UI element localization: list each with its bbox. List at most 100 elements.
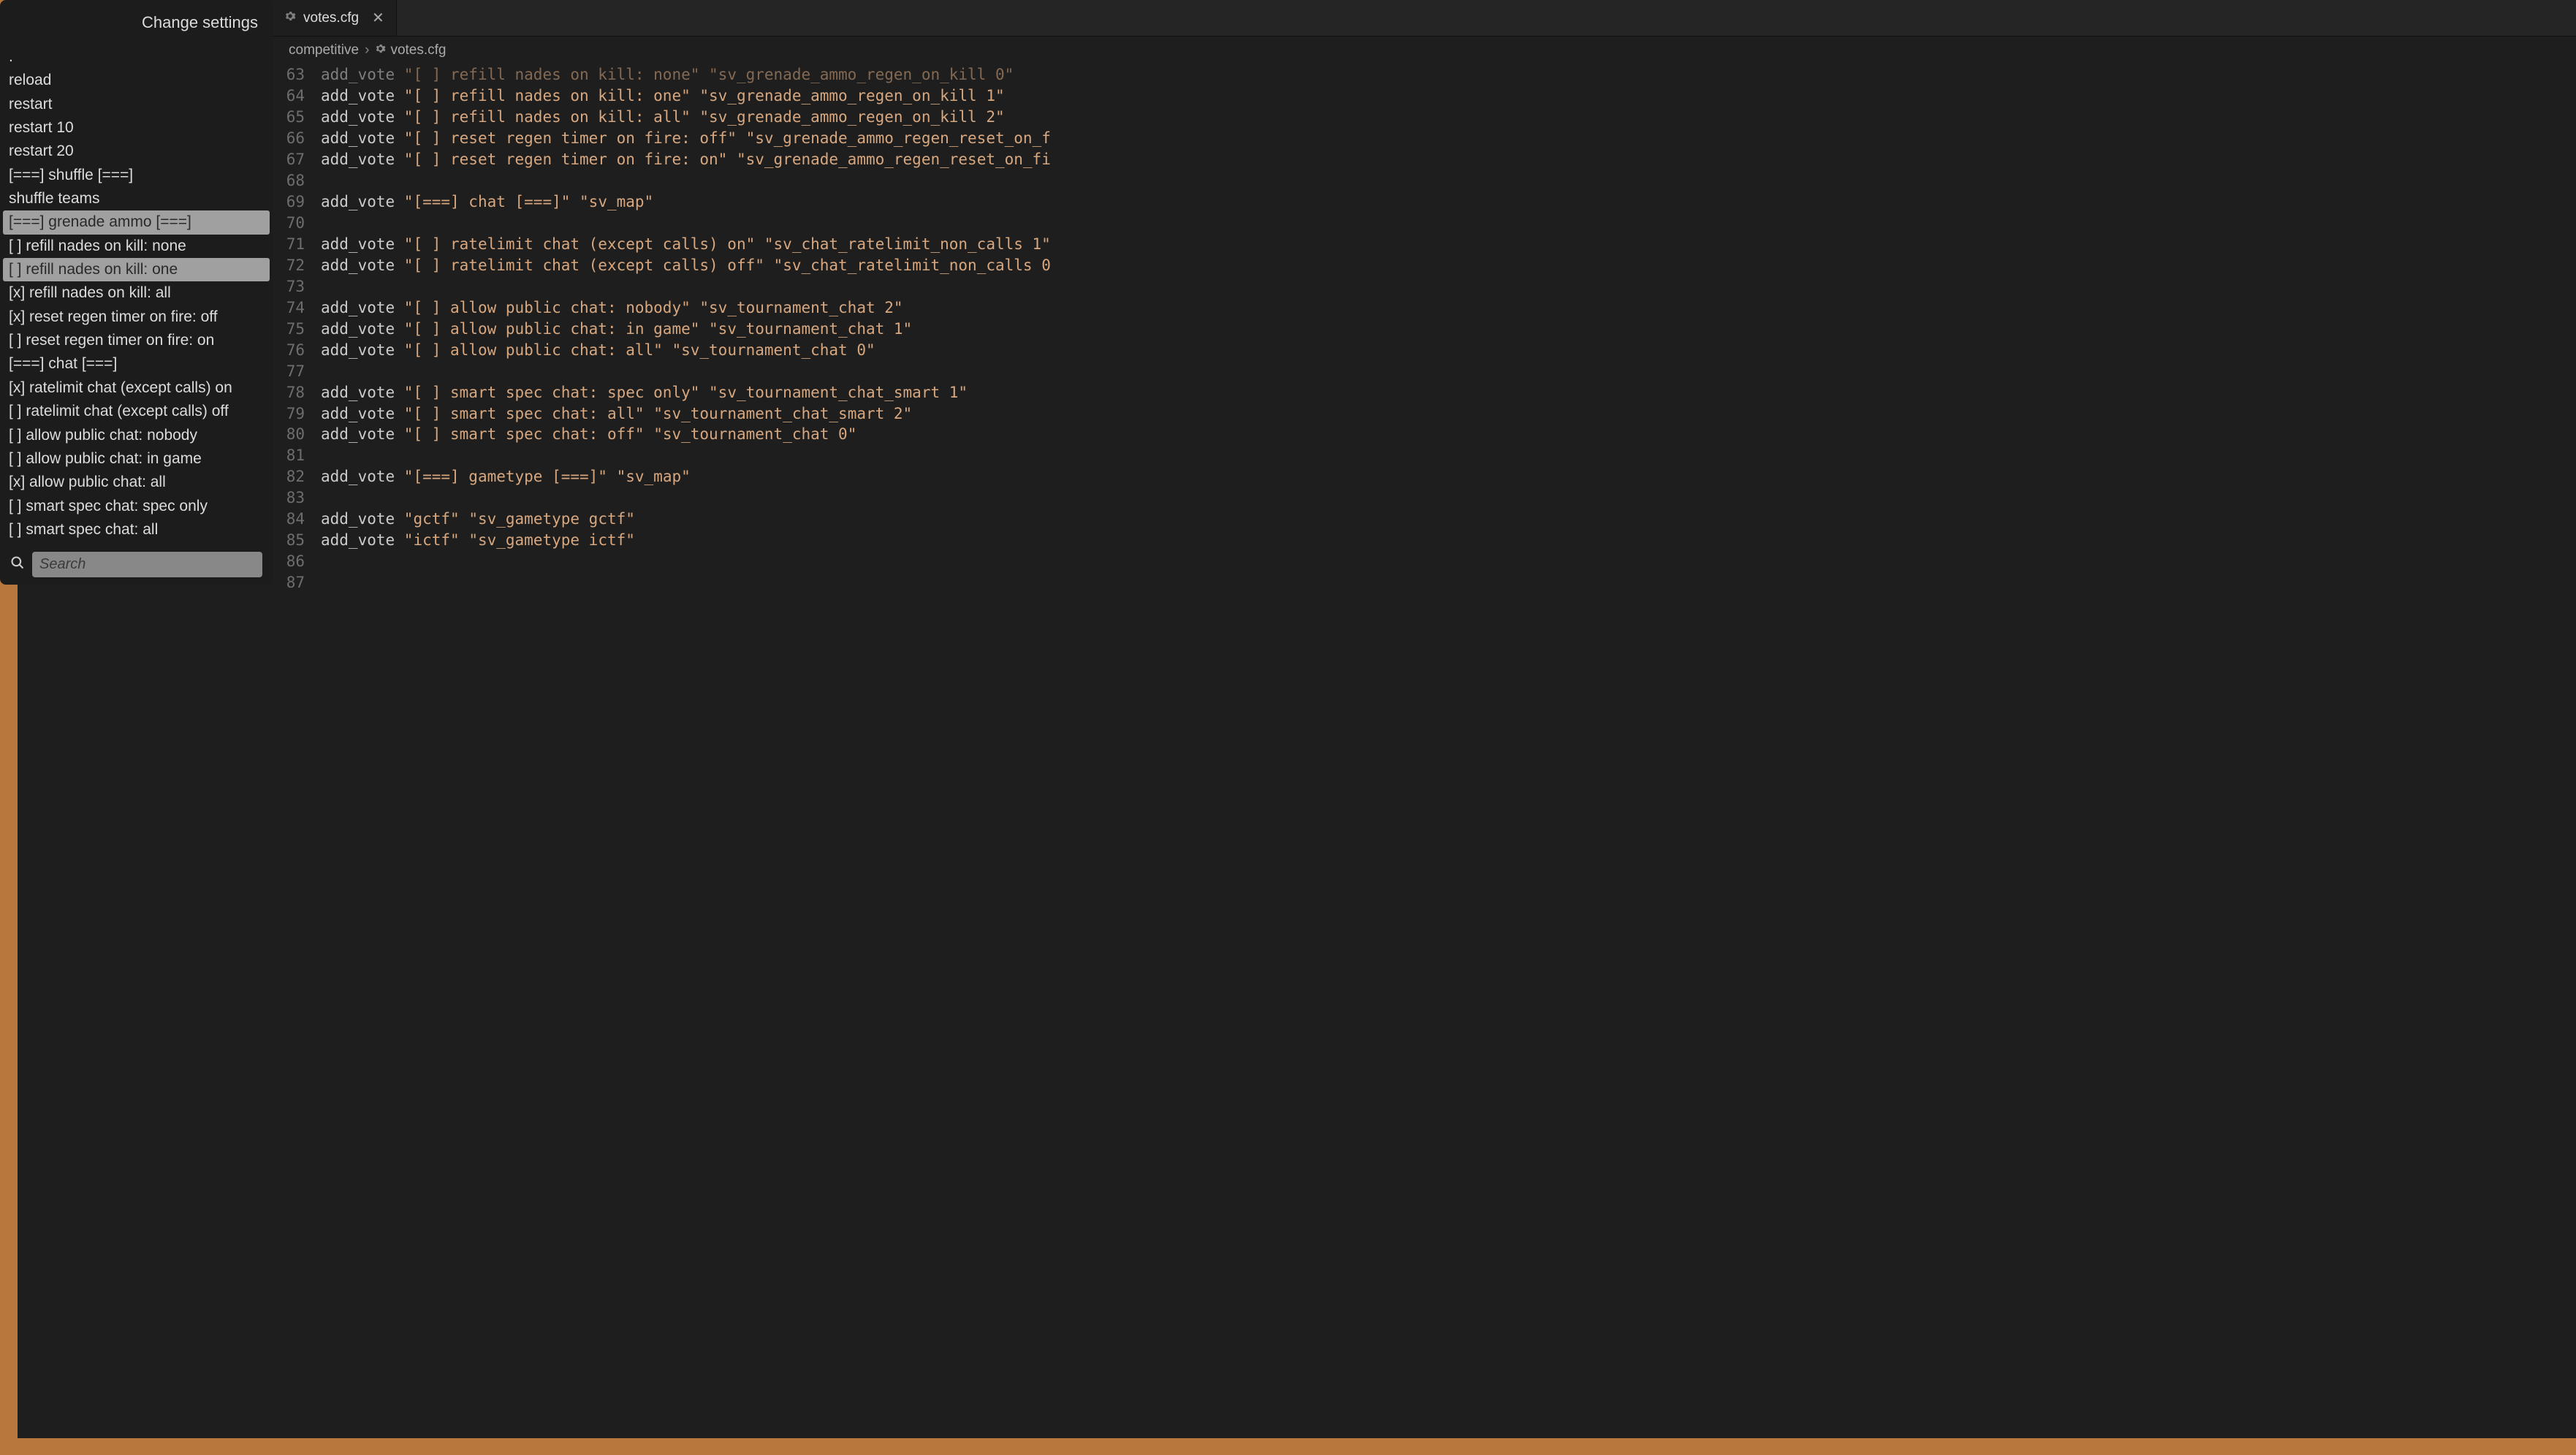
settings-item[interactable]: [ ] ratelimit chat (except calls) off: [3, 400, 270, 423]
line-content: add_vote "[===] gametype [===]" "sv_map": [321, 466, 691, 487]
gear-icon: [284, 10, 296, 26]
line-number: 67: [273, 149, 321, 170]
breadcrumb-folder[interactable]: competitive: [289, 42, 359, 58]
code-line[interactable]: 84add_vote "gctf" "sv_gametype gctf": [273, 509, 2576, 530]
line-content: add_vote "gctf" "sv_gametype gctf": [321, 509, 635, 530]
code-line[interactable]: 81: [273, 445, 2576, 466]
settings-item[interactable]: restart 10: [3, 116, 270, 140]
code-line[interactable]: 63add_vote "[ ] refill nades on kill: no…: [273, 64, 2576, 86]
line-content: add_vote "[ ] allow public chat: in game…: [321, 319, 912, 340]
settings-item[interactable]: .: [3, 45, 270, 69]
code-line[interactable]: 71add_vote "[ ] ratelimit chat (except c…: [273, 234, 2576, 255]
line-content: add_vote "[ ] ratelimit chat (except cal…: [321, 255, 1051, 276]
line-content: add_vote "[ ] refill nades on kill: all"…: [321, 107, 1005, 128]
line-number: 84: [273, 509, 321, 530]
code-line[interactable]: 72add_vote "[ ] ratelimit chat (except c…: [273, 255, 2576, 276]
line-number: 69: [273, 191, 321, 213]
line-number: 78: [273, 382, 321, 403]
line-content: add_vote "[ ] refill nades on kill: none…: [321, 64, 1014, 86]
line-number: 74: [273, 297, 321, 319]
line-number: 71: [273, 234, 321, 255]
search-bar: [0, 546, 273, 585]
line-number: 65: [273, 107, 321, 128]
code-area[interactable]: 63add_vote "[ ] refill nades on kill: no…: [273, 64, 2576, 1455]
tab-label: votes.cfg: [303, 10, 359, 26]
settings-item[interactable]: [ ] reset regen timer on fire: on: [3, 329, 270, 352]
line-number: 82: [273, 466, 321, 487]
line-number: 79: [273, 403, 321, 425]
line-number: 73: [273, 276, 321, 297]
settings-item[interactable]: [x] reset regen timer on fire: off: [3, 305, 270, 329]
settings-item[interactable]: [ ] allow public chat: nobody: [3, 424, 270, 447]
code-line[interactable]: 79add_vote "[ ] smart spec chat: all" "s…: [273, 403, 2576, 425]
line-content: add_vote "[ ] refill nades on kill: one"…: [321, 86, 1005, 107]
breadcrumb[interactable]: competitive › votes.cfg: [273, 37, 2576, 64]
line-number: 81: [273, 445, 321, 466]
settings-item[interactable]: [===] chat [===]: [3, 352, 270, 376]
chevron-right-icon: ›: [365, 42, 369, 58]
code-line[interactable]: 87: [273, 572, 2576, 593]
code-line[interactable]: 83: [273, 487, 2576, 509]
settings-item[interactable]: [ ] smart spec chat: spec only: [3, 495, 270, 518]
search-icon: [10, 555, 25, 574]
code-line[interactable]: 77: [273, 361, 2576, 382]
line-content: add_vote "[ ] reset regen timer on fire:…: [321, 149, 1051, 170]
settings-item[interactable]: [x] refill nades on kill: all: [3, 281, 270, 305]
settings-item[interactable]: [ ] smart spec chat: all: [3, 518, 270, 542]
settings-item[interactable]: [x] allow public chat: all: [3, 471, 270, 494]
line-content: add_vote "[ ] smart spec chat: off" "sv_…: [321, 424, 856, 445]
settings-item[interactable]: [ ] allow public chat: in game: [3, 447, 270, 471]
line-number: 75: [273, 319, 321, 340]
code-line[interactable]: 76add_vote "[ ] allow public chat: all" …: [273, 340, 2576, 361]
code-line[interactable]: 74add_vote "[ ] allow public chat: nobod…: [273, 297, 2576, 319]
line-number: 83: [273, 487, 321, 509]
code-line[interactable]: 85add_vote "ictf" "sv_gametype ictf": [273, 530, 2576, 551]
settings-item[interactable]: [===] shuffle [===]: [3, 164, 270, 187]
code-line[interactable]: 64add_vote "[ ] refill nades on kill: on…: [273, 86, 2576, 107]
code-line[interactable]: 65add_vote "[ ] refill nades on kill: al…: [273, 107, 2576, 128]
line-number: 64: [273, 86, 321, 107]
line-content: add_vote "[ ] smart spec chat: spec only…: [321, 382, 968, 403]
settings-item[interactable]: restart: [3, 93, 270, 116]
settings-item[interactable]: [ ] refill nades on kill: none: [3, 235, 270, 258]
line-number: 87: [273, 572, 321, 593]
settings-list[interactable]: .reloadrestartrestart 10restart 20[===] …: [0, 45, 273, 546]
tab-votes[interactable]: votes.cfg ✕: [273, 0, 397, 36]
line-number: 70: [273, 213, 321, 234]
settings-item[interactable]: [ ] refill nades on kill: one: [3, 258, 270, 281]
line-number: 80: [273, 424, 321, 445]
code-line[interactable]: 66add_vote "[ ] reset regen timer on fir…: [273, 128, 2576, 149]
line-content: add_vote "[ ] ratelimit chat (except cal…: [321, 234, 1051, 255]
code-line[interactable]: 73: [273, 276, 2576, 297]
line-number: 68: [273, 170, 321, 191]
code-line[interactable]: 68: [273, 170, 2576, 191]
code-line[interactable]: 69add_vote "[===] chat [===]" "sv_map": [273, 191, 2576, 213]
code-line[interactable]: 86: [273, 551, 2576, 572]
line-number: 63: [273, 64, 321, 86]
editor: votes.cfg ✕ competitive › votes.cfg 63ad…: [273, 0, 2576, 1455]
settings-item[interactable]: restart 20: [3, 140, 270, 163]
code-line[interactable]: 82add_vote "[===] gametype [===]" "sv_ma…: [273, 466, 2576, 487]
settings-item[interactable]: reload: [3, 69, 270, 92]
line-number: 85: [273, 530, 321, 551]
code-line[interactable]: 70: [273, 213, 2576, 234]
gear-icon: [375, 42, 386, 58]
search-input[interactable]: [32, 552, 262, 577]
line-number: 86: [273, 551, 321, 572]
code-line[interactable]: 80add_vote "[ ] smart spec chat: off" "s…: [273, 424, 2576, 445]
line-content: add_vote "[ ] allow public chat: nobody"…: [321, 297, 903, 319]
tab-bar: votes.cfg ✕: [273, 0, 2576, 37]
settings-item[interactable]: [===] grenade ammo [===]: [3, 210, 270, 234]
code-line[interactable]: 67add_vote "[ ] reset regen timer on fir…: [273, 149, 2576, 170]
settings-item[interactable]: shuffle teams: [3, 187, 270, 210]
close-icon[interactable]: ✕: [372, 9, 384, 27]
line-number: 66: [273, 128, 321, 149]
code-line[interactable]: 78add_vote "[ ] smart spec chat: spec on…: [273, 382, 2576, 403]
panel-title: Change settings: [0, 0, 273, 45]
settings-item[interactable]: [x] ratelimit chat (except calls) on: [3, 376, 270, 400]
breadcrumb-file[interactable]: votes.cfg: [390, 42, 446, 58]
line-number: 76: [273, 340, 321, 361]
line-content: add_vote "[ ] allow public chat: all" "s…: [321, 340, 875, 361]
code-line[interactable]: 75add_vote "[ ] allow public chat: in ga…: [273, 319, 2576, 340]
line-number: 77: [273, 361, 321, 382]
